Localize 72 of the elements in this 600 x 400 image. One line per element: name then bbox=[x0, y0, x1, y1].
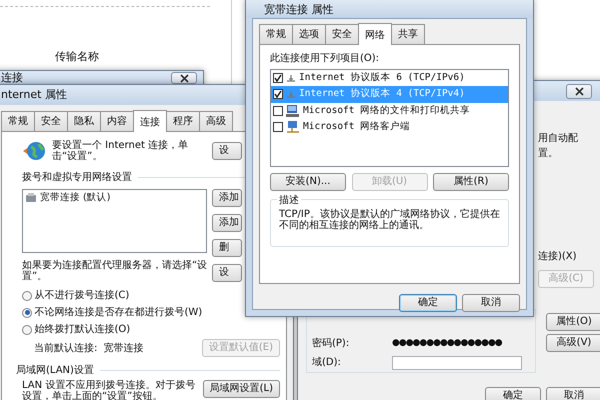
close-icon bbox=[574, 86, 584, 96]
footer-button[interactable]: 确定 bbox=[485, 387, 541, 400]
component-label: Microsoft 网络客户端 bbox=[303, 120, 410, 134]
tab[interactable]: 内容 bbox=[100, 111, 134, 131]
footer-button[interactable]: 取消 bbox=[546, 387, 600, 400]
lan-settings-button[interactable]: 局域网设置(L) bbox=[202, 380, 280, 398]
tab[interactable]: 程序 bbox=[166, 111, 200, 131]
tab[interactable]: 共享 bbox=[391, 24, 425, 44]
advanced-button[interactable]: 高级(V) bbox=[546, 334, 600, 352]
password-field[interactable]: ●●●●●●●●●●●●●●●● bbox=[392, 338, 502, 348]
side-button[interactable]: 删 bbox=[212, 239, 242, 257]
default-connection-value: 宽带连接 bbox=[103, 342, 144, 356]
checkbox[interactable] bbox=[273, 89, 283, 100]
checkbox[interactable] bbox=[273, 106, 283, 116]
network-protocol-icon bbox=[286, 74, 296, 82]
tab[interactable]: 隐私 bbox=[67, 111, 101, 131]
checkbox[interactable] bbox=[273, 73, 283, 84]
option-text: 连接)(X) bbox=[538, 250, 578, 264]
component-label: Internet 协议版本 4 (TCP/IPv4) bbox=[299, 87, 465, 102]
window-title: 连接 bbox=[1, 70, 23, 86]
password-label: 密码(P): bbox=[312, 336, 350, 350]
tab[interactable]: 常规 bbox=[1, 111, 35, 131]
tab[interactable]: 高级 bbox=[199, 111, 233, 131]
side-button[interactable]: 添加 bbox=[212, 214, 242, 232]
close-icon bbox=[180, 74, 188, 82]
setup-button[interactable]: 设 bbox=[212, 142, 242, 160]
tab[interactable]: 连接 bbox=[133, 110, 167, 132]
auto-config-text: 用自动配置。 bbox=[538, 132, 579, 161]
section-heading: 局域网(LAN)设置 bbox=[16, 363, 280, 378]
close-button[interactable] bbox=[566, 84, 592, 98]
tab[interactable]: 安全 bbox=[34, 111, 68, 131]
network-protocol-icon bbox=[286, 90, 296, 98]
page-heading: 传输名称 bbox=[55, 49, 100, 65]
properties-button[interactable]: 属性(O) bbox=[546, 313, 600, 331]
default-connection-label: 当前默认连接: bbox=[34, 342, 98, 356]
tab[interactable]: 安全 bbox=[325, 24, 359, 44]
window-title: nternet 属性 bbox=[1, 86, 67, 103]
radio-button[interactable] bbox=[22, 290, 32, 300]
computer-icon bbox=[286, 104, 300, 117]
component-item[interactable]: Microsoft 网络的文件和打印机共享 bbox=[271, 102, 508, 119]
description-text: TCP/IP。该协议是默认的广域网络协议，它提供在不同的相互连接的网络上的通讯。 bbox=[279, 209, 500, 231]
domain-label: 域(D): bbox=[312, 356, 342, 370]
domain-field[interactable] bbox=[392, 356, 522, 370]
radio-label: 不论网络连接是否存在都进行拨号(W) bbox=[34, 306, 202, 320]
checkbox[interactable] bbox=[273, 122, 283, 132]
connection-item[interactable]: 宽带连接 (默认) bbox=[23, 190, 206, 206]
footer-button[interactable]: 取消 bbox=[462, 294, 520, 312]
component-item[interactable]: Internet 协议版本 6 (TCP/IPv6) bbox=[271, 70, 508, 86]
tab[interactable]: 网络 bbox=[358, 23, 392, 45]
globe-icon bbox=[22, 140, 46, 162]
computer-icon bbox=[286, 120, 300, 133]
side-button[interactable]: 添加 bbox=[212, 189, 242, 207]
dialog-button[interactable]: 属性(R) bbox=[433, 173, 509, 191]
close-button[interactable] bbox=[171, 72, 197, 84]
component-label: Internet 协议版本 6 (TCP/IPv6) bbox=[299, 71, 465, 85]
component-item[interactable]: Microsoft 网络客户端 bbox=[271, 118, 508, 135]
component-label: Microsoft 网络的文件和打印机共享 bbox=[303, 104, 470, 118]
connection-label: 宽带连接 (默认) bbox=[40, 191, 110, 205]
radio-label: 始终拨打默认连接(O) bbox=[34, 322, 130, 337]
footer-button[interactable]: 确定 bbox=[399, 294, 457, 312]
radio-button[interactable] bbox=[22, 308, 32, 318]
tab[interactable]: 选项 bbox=[292, 24, 326, 44]
radio-label: 从不进行拨号连接(C) bbox=[34, 288, 130, 303]
list-label: 此连接使用下列项目(O): bbox=[270, 52, 380, 66]
side-button[interactable]: 设 bbox=[212, 264, 242, 282]
window-title: 宽带连接 属性 bbox=[264, 2, 334, 18]
proxy-text: 如果要为连接配置代理服务器，请选择“设置”。 bbox=[22, 260, 208, 282]
radio-button[interactable] bbox=[22, 324, 32, 334]
setup-text: 要设置一个 Internet 连接，单击“设置”。 bbox=[52, 140, 190, 162]
connection-icon bbox=[25, 193, 37, 204]
tab[interactable]: 常规 bbox=[259, 24, 293, 44]
dialog-button[interactable]: 安装(N)... bbox=[270, 173, 346, 191]
